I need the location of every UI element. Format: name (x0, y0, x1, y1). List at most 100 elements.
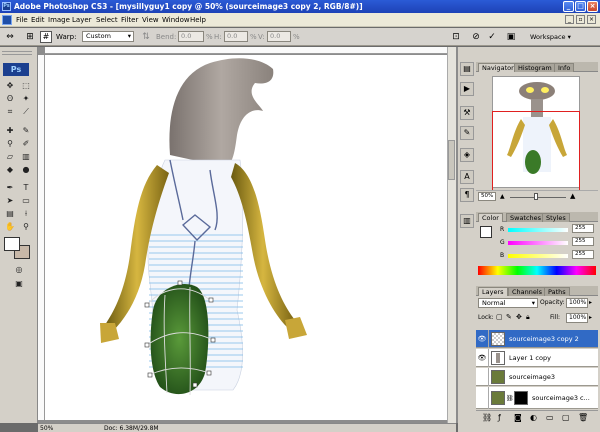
crop-tool-icon[interactable]: ⌗ (3, 106, 17, 117)
new-group-icon[interactable]: ▭ (546, 413, 554, 422)
doc-minimize-button[interactable]: _ (565, 15, 574, 24)
channel-r-value[interactable]: 255 (572, 224, 594, 233)
magic-wand-tool-icon[interactable]: ✦ (19, 93, 33, 104)
tab-layers[interactable]: Layers (478, 287, 508, 296)
shape-tool-icon[interactable]: ▭ (19, 195, 33, 206)
layer-mask-thumbnail[interactable] (514, 391, 528, 405)
eyedropper-tool-icon[interactable]: ⟊ (19, 208, 33, 219)
quick-mask-icon[interactable]: ◎ (12, 264, 26, 275)
doc-restore-button[interactable]: ▫ (576, 15, 585, 24)
toolbox-grip[interactable] (2, 51, 32, 55)
canvas[interactable] (45, 55, 447, 420)
layer-row[interactable]: 👁︎ Layer 1 copy (476, 349, 598, 367)
cancel-transform-icon[interactable]: ⊘ (470, 31, 482, 43)
zoom-tool-icon[interactable]: ⚲ (19, 221, 33, 232)
dodge-tool-icon[interactable]: ● (19, 164, 33, 175)
menu-select[interactable]: Select (96, 16, 118, 24)
clone-source-icon[interactable]: ◈ (460, 148, 474, 162)
actions-panel-icon[interactable]: ▶ (460, 82, 474, 96)
menu-edit[interactable]: Edit (31, 16, 45, 24)
fill-arrow-icon[interactable]: ▸ (589, 314, 592, 321)
path-selection-tool-icon[interactable]: ➤ (3, 195, 17, 206)
warp-style-select[interactable]: Custom ▾ (82, 31, 134, 42)
lock-transparent-icon[interactable]: ▢ (496, 313, 503, 321)
layer-row[interactable]: sourceimage3 (476, 368, 598, 386)
menu-image[interactable]: Image (48, 16, 70, 24)
layer-style-icon[interactable]: ƒ (498, 413, 501, 422)
menu-filter[interactable]: Filter (121, 16, 138, 24)
layer-row[interactable]: 👁︎ sourceimage3 copy 2 (476, 330, 598, 348)
v-field[interactable]: 0.0 (267, 31, 291, 42)
clone-stamp-tool-icon[interactable]: ⚲ (3, 138, 17, 149)
palette-well-icon[interactable]: ⊡ (450, 31, 462, 43)
layer-row[interactable]: ⛓︎ sourceimage3 c... (476, 387, 598, 409)
color-spectrum-ramp[interactable] (478, 266, 596, 275)
trash-icon[interactable]: 🗑︎ (578, 413, 588, 422)
screen-mode-icon[interactable]: ▣ (12, 278, 26, 289)
gradient-tool-icon[interactable]: ▥ (19, 151, 33, 162)
navigator-zoom-slider[interactable] (510, 197, 566, 198)
type-tool-icon[interactable]: T (19, 182, 33, 193)
warp-grid-icon[interactable]: # (40, 31, 52, 43)
zoom-out-icon[interactable]: ▲ (500, 193, 505, 200)
tab-swatches[interactable]: Swatches (506, 213, 546, 222)
tab-histogram[interactable]: Histogram (514, 63, 556, 72)
ps-logo[interactable]: Ps (3, 63, 29, 76)
tab-color[interactable]: Color (478, 213, 503, 222)
channel-b-slider[interactable] (508, 254, 568, 258)
tab-channels[interactable]: Channels (508, 287, 547, 296)
foreground-color-swatch-front[interactable] (4, 237, 20, 251)
opacity-field[interactable]: 100% (566, 298, 588, 308)
panel-strip-icon[interactable]: ▥ (460, 214, 474, 228)
hand-tool-icon[interactable]: ✋ (3, 221, 17, 232)
doc-close-button[interactable]: × (587, 15, 596, 24)
lasso-tool-icon[interactable]: ʘ (3, 93, 17, 104)
warp-orientation-icon[interactable]: ⇅ (140, 31, 152, 43)
transform-toggle-icon[interactable]: ⊞ (24, 31, 36, 43)
brushes-panel-icon[interactable]: ✎ (460, 126, 474, 140)
channel-r-slider[interactable] (508, 228, 568, 232)
eraser-tool-icon[interactable]: ▱ (3, 151, 17, 162)
tab-paths[interactable]: Paths (544, 287, 570, 296)
adjustment-layer-icon[interactable]: ◐ (530, 413, 537, 422)
notes-tool-icon[interactable]: ▤ (3, 208, 17, 219)
tool-preset-icon[interactable]: ⇔ (4, 31, 16, 43)
navigator-view-box[interactable] (492, 111, 580, 191)
fill-field[interactable]: 100% (566, 313, 588, 323)
tab-info[interactable]: Info (554, 63, 575, 72)
vertical-ruler[interactable] (38, 55, 45, 420)
marquee-tool-icon[interactable]: ⬚ (19, 80, 33, 91)
blend-mode-select[interactable]: Normal ▾ (478, 298, 538, 308)
pen-tool-icon[interactable]: ✒ (3, 182, 17, 193)
bend-field[interactable]: 0.0 (178, 31, 204, 42)
eye-hidden-icon[interactable] (476, 387, 489, 409)
lock-all-icon[interactable]: 🔒︎ (526, 313, 530, 322)
lock-position-icon[interactable]: ✥ (516, 313, 522, 321)
eye-icon[interactable]: 👁︎ (476, 330, 489, 348)
workspace-button[interactable]: Workspace ▾ (530, 33, 571, 41)
bridge-icon[interactable]: ▣ (505, 31, 517, 43)
brush-tool-icon[interactable]: ✎ (19, 125, 33, 136)
tab-navigator[interactable]: Navigator (478, 63, 518, 72)
add-mask-icon[interactable]: ◙ (514, 413, 522, 422)
menu-window[interactable]: Window (162, 16, 190, 24)
opacity-arrow-icon[interactable]: ▸ (589, 299, 592, 306)
healing-brush-tool-icon[interactable]: ✚ (3, 125, 17, 136)
maximize-button[interactable]: □ (575, 1, 586, 12)
horizontal-ruler[interactable] (45, 47, 447, 54)
navigator-zoom-thumb[interactable] (534, 193, 538, 200)
eye-hidden-icon[interactable] (476, 368, 489, 386)
lock-image-icon[interactable]: ✎ (506, 313, 512, 321)
vertical-scrollbar-thumb[interactable] (448, 140, 455, 180)
channel-g-value[interactable]: 255 (572, 237, 594, 246)
link-layers-icon[interactable]: ⛓︎ (482, 413, 492, 422)
zoom-level[interactable]: 50% (40, 425, 53, 432)
navigator-zoom-field[interactable]: 50% (478, 192, 496, 201)
paragraph-panel-icon[interactable]: ¶ (460, 188, 474, 202)
eye-icon[interactable]: 👁︎ (476, 349, 489, 367)
close-button[interactable]: × (587, 1, 598, 12)
channel-b-value[interactable]: 255 (572, 250, 594, 259)
menu-view[interactable]: View (142, 16, 159, 24)
history-panel-icon[interactable]: ▤ (460, 62, 474, 76)
fg-color-chip[interactable] (480, 226, 492, 238)
